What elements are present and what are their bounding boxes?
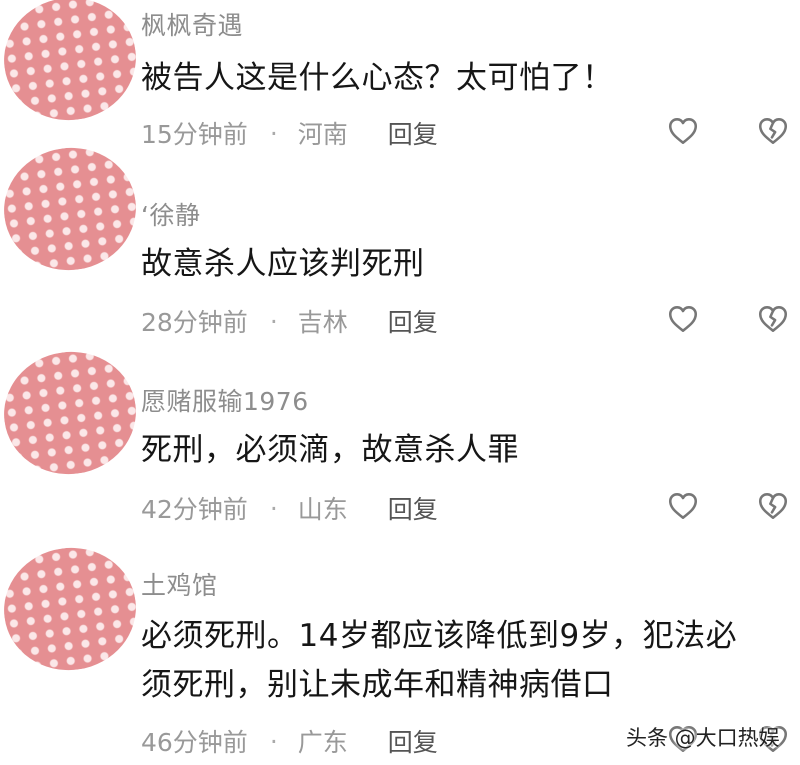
comment-time: 42分钟前 [141,495,248,524]
reply-button[interactable]: 回复 [388,723,438,759]
reply-button[interactable]: 回复 [388,115,438,151]
comment-location: 河南 [297,120,348,149]
avatar[interactable] [0,0,144,129]
reply-button[interactable]: 回复 [388,303,438,339]
comment-location: 吉林 [297,308,348,337]
meta-separator: · [269,726,278,756]
comment-text: 被告人这是什么心态？太可怕了！ [141,54,614,103]
comment-meta: 28分钟前 · 吉林 回复 [141,303,438,339]
comment-time: 28分钟前 [141,308,248,337]
heart-outline-icon[interactable] [666,114,700,148]
comment-text-line: 被告人这是什么心态？太可怕了！ [141,60,614,96]
comment-time: 15分钟前 [141,120,248,149]
comment-username[interactable]: 枫枫奇遇 [141,6,243,42]
comment-text-line: 必须死刑。14岁都应该降低到9岁，犯法必 [141,618,738,654]
meta-separator: · [269,306,278,336]
reply-button[interactable]: 回复 [388,490,438,526]
avatar[interactable] [0,539,144,679]
comment-text: 死刑，必须滴，故意杀人罪 [141,426,519,475]
comment-time: 46分钟前 [141,728,248,757]
comment-text-line: 故意杀人应该判死刑 [141,246,425,282]
comment-text: 故意杀人应该判死刑 [141,240,425,289]
heart-outline-icon[interactable] [666,302,700,336]
watermark: 头条 @大口热娱 [626,726,780,750]
comment-username[interactable]: ‘徐静 [141,196,200,232]
comment-text-line: 须死刑，别让未成年和精神病借口 [141,667,614,703]
avatar[interactable] [0,139,144,279]
broken-heart-icon[interactable] [756,114,790,148]
meta-separator: · [269,118,278,148]
comment-text: 必须死刑。14岁都应该降低到9岁，犯法必 须死刑，别让未成年和精神病借口 [141,612,737,710]
comment-meta: 15分钟前 · 河南 回复 [141,115,438,151]
heart-outline-icon[interactable] [666,489,700,523]
comment-location: 山东 [297,495,348,524]
comment-meta: 42分钟前 · 山东 回复 [141,490,438,526]
avatar[interactable] [0,343,144,483]
comment-username[interactable]: 愿赌服输1976 [141,382,309,418]
broken-heart-icon[interactable] [756,489,790,523]
comment-text-line: 死刑，必须滴，故意杀人罪 [141,432,519,468]
comment-username[interactable]: 土鸡馆 [141,566,218,602]
comment-meta: 46分钟前 · 广东 回复 [141,723,438,759]
broken-heart-icon[interactable] [756,302,790,336]
meta-separator: · [269,493,278,523]
comment-location: 广东 [297,728,348,757]
